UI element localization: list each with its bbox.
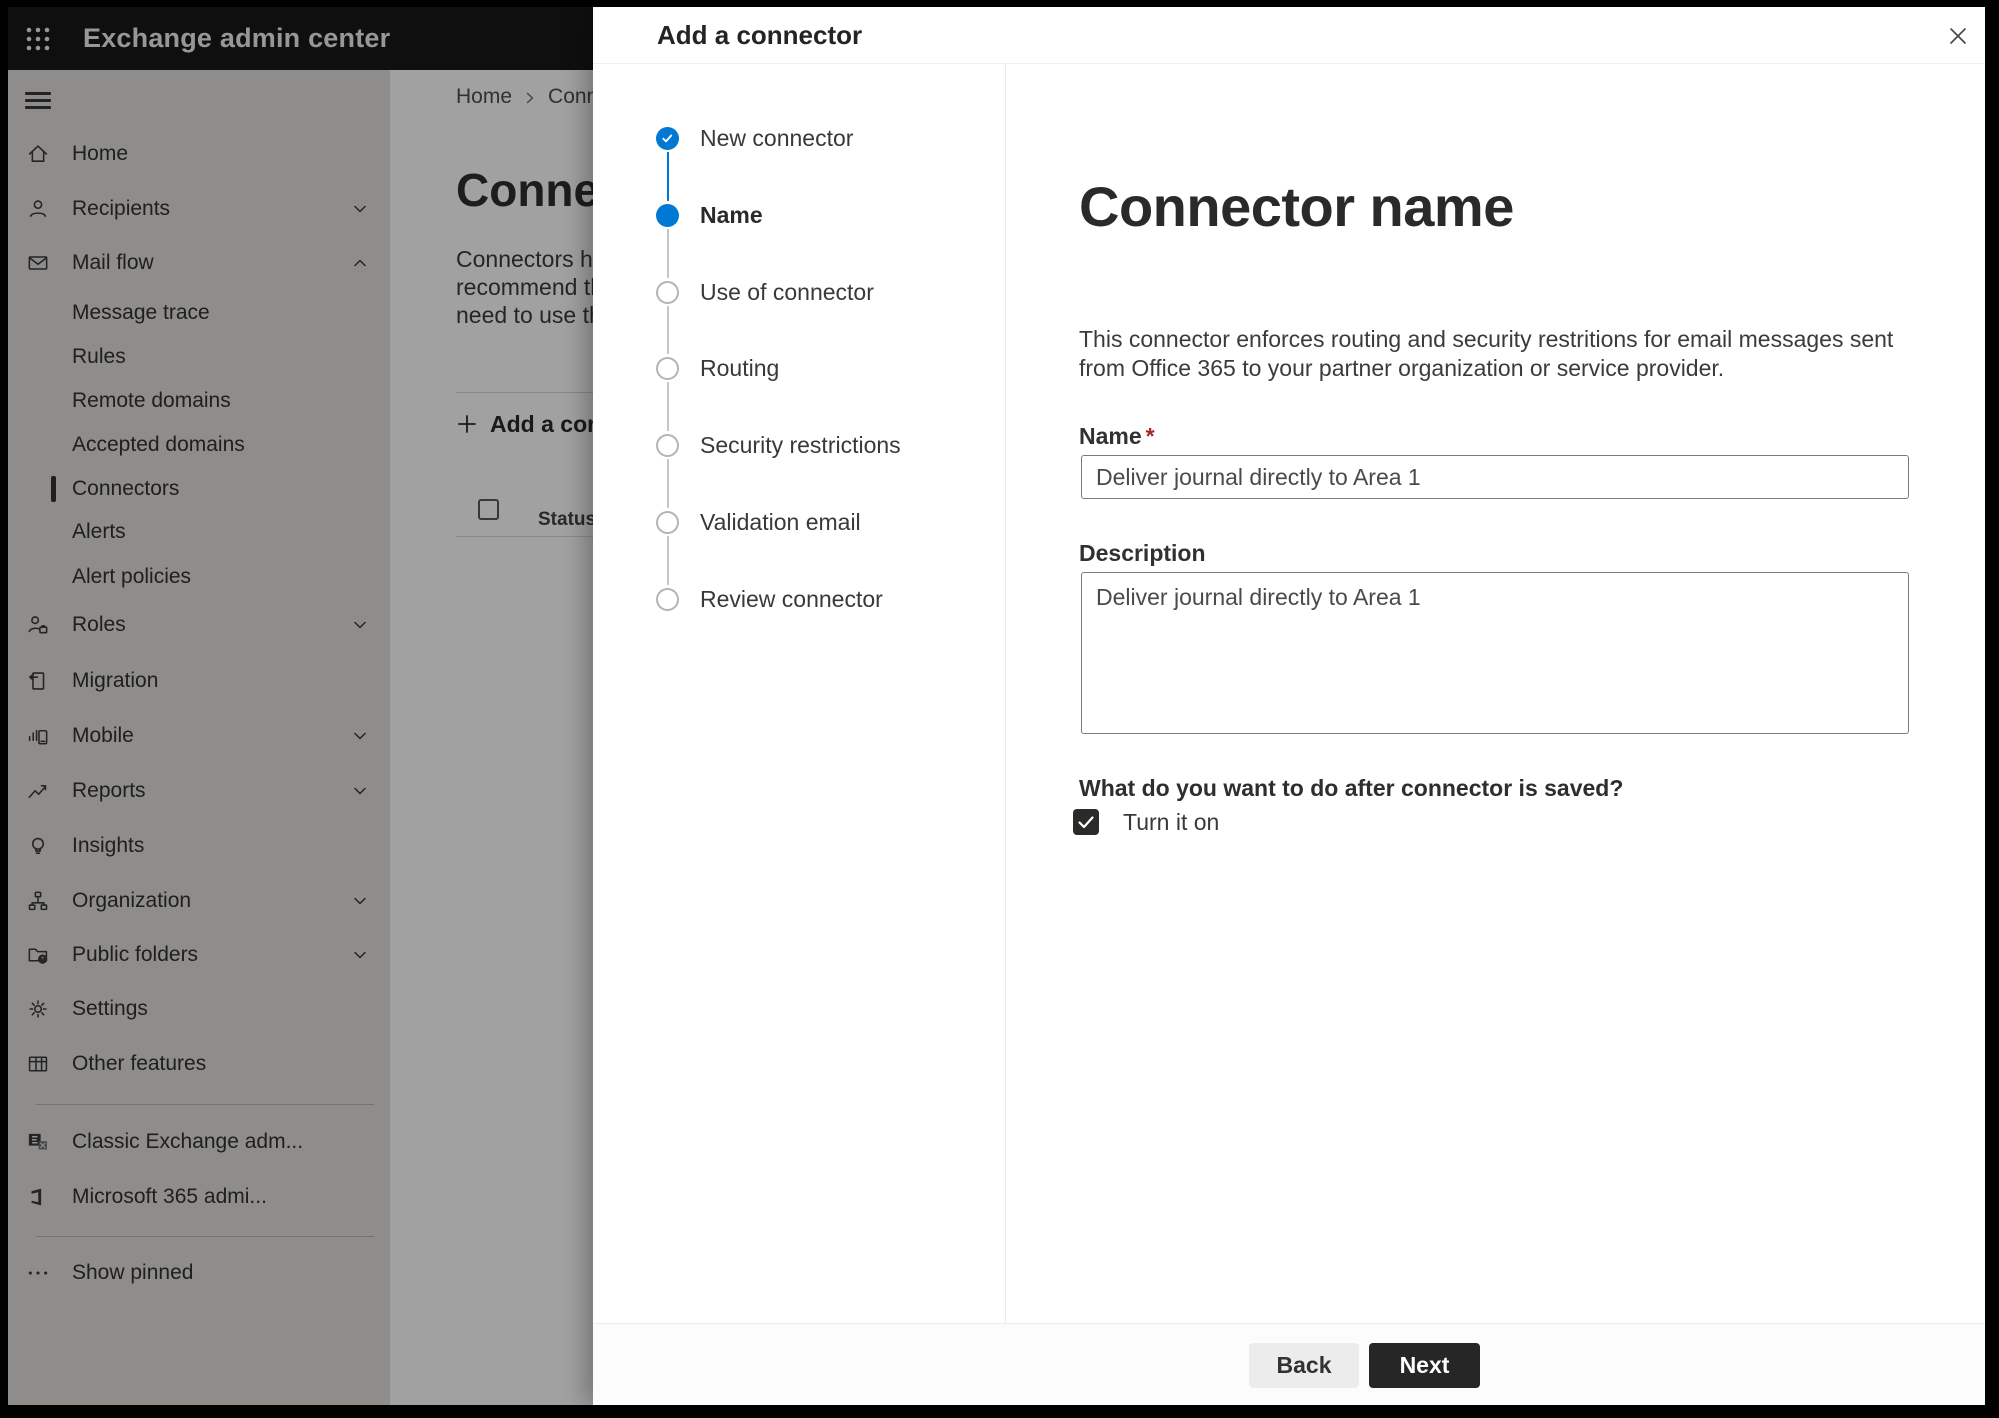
step-connector-line bbox=[666, 306, 669, 354]
back-button[interactable]: Back bbox=[1249, 1343, 1359, 1388]
turn-it-on-row: Turn it on bbox=[1073, 808, 1219, 836]
step-circle-routing bbox=[656, 356, 679, 380]
turn-it-on-label: Turn it on bbox=[1123, 808, 1220, 835]
close-icon[interactable] bbox=[1944, 22, 1972, 50]
required-asterisk: * bbox=[1145, 423, 1155, 449]
step-connector-line bbox=[666, 229, 669, 278]
name-input[interactable] bbox=[1081, 455, 1909, 499]
description-field-label: Description bbox=[1079, 540, 1206, 566]
step-circle-security-restrictions bbox=[656, 433, 679, 457]
dialog-footer: Back Next bbox=[593, 1323, 1985, 1405]
step-connector-line bbox=[666, 152, 669, 201]
dialog-header: Add a connector bbox=[593, 7, 1985, 64]
step-connector-line bbox=[666, 459, 669, 508]
step-circle-name bbox=[656, 203, 679, 227]
step-label-name[interactable]: Name bbox=[700, 201, 763, 229]
name-field-label: Name * bbox=[1079, 423, 1155, 449]
dialog-title: Add a connector bbox=[657, 20, 863, 50]
step-label-new-connector[interactable]: New connector bbox=[700, 124, 853, 152]
next-button[interactable]: Next bbox=[1369, 1343, 1480, 1388]
step-connector-line bbox=[666, 382, 669, 431]
app-window: Exchange admin center Home Recipients Mail… bbox=[8, 7, 1985, 1405]
step-label-validation-email[interactable]: Validation email bbox=[700, 508, 861, 536]
step-label-security-restrictions[interactable]: Security restrictions bbox=[700, 431, 901, 459]
step-circle-new-connector bbox=[656, 126, 679, 150]
wizard-stepper: New connector Name Use of connector Routing… bbox=[593, 64, 1005, 1323]
description-textarea[interactable]: Deliver journal directly to Area 1 bbox=[1081, 572, 1909, 734]
step-circle-validation-email bbox=[656, 510, 679, 534]
step-connector-line bbox=[666, 536, 669, 585]
step-circle-use-of-connector bbox=[656, 280, 679, 304]
dialog-content: Connector name This connector enforces r… bbox=[1005, 64, 1985, 1323]
step-label-review-connector[interactable]: Review connector bbox=[700, 585, 883, 613]
after-save-question: What do you want to do after connector i… bbox=[1079, 775, 1624, 801]
turn-it-on-checkbox[interactable] bbox=[1073, 809, 1099, 835]
step-label-use-of-connector[interactable]: Use of connector bbox=[700, 278, 874, 306]
step-description: This connector enforces routing and secu… bbox=[1079, 326, 1894, 381]
check-icon bbox=[662, 134, 673, 142]
step-heading: Connector name bbox=[1079, 175, 1514, 238]
step-circle-review-connector bbox=[656, 587, 679, 611]
step-label-routing[interactable]: Routing bbox=[700, 354, 779, 382]
add-connector-dialog: Add a connector New connector Name Use of … bbox=[593, 7, 1985, 1405]
